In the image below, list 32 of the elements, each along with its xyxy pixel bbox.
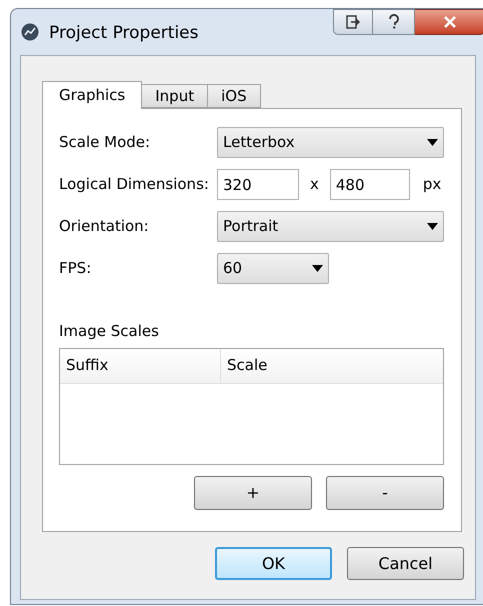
window-title: Project Properties [49,23,198,43]
export-icon [346,15,360,29]
remove-button[interactable]: - [326,476,444,510]
caret-icon [427,139,438,146]
tab[interactable]: Input [142,84,208,108]
unit-label: px [422,174,442,196]
help-icon [388,14,400,30]
section-title: Image Scales [59,321,160,342]
help-button[interactable] [373,9,415,35]
context-button[interactable] [333,9,373,35]
close-button[interactable] [415,9,483,35]
caret-icon [427,223,438,230]
ok-button[interactable]: OK [215,547,332,580]
width-field[interactable]: 320 [217,169,299,200]
close-icon [442,16,456,28]
dropdown[interactable]: Portrait [217,211,444,242]
field-label: Orientation: [59,216,150,238]
caret-icon [312,265,323,272]
tab[interactable]: iOS [208,84,261,108]
app-icon [21,23,39,41]
dropdown[interactable]: 60 [217,253,329,284]
field-label: Logical Dimensions: [59,174,210,196]
column-header[interactable]: Scale [221,348,443,382]
dropdown[interactable]: Letterbox [217,127,444,158]
column-header[interactable]: Suffix [60,348,221,382]
field-label: Scale Mode: [59,132,152,154]
tab[interactable]: Graphics [42,81,142,109]
add-button[interactable]: + [194,476,312,510]
times-label: x [310,174,319,196]
height-field[interactable]: 480 [330,169,410,200]
cancel-button[interactable]: Cancel [347,547,464,580]
field-label: FPS: [59,258,92,280]
